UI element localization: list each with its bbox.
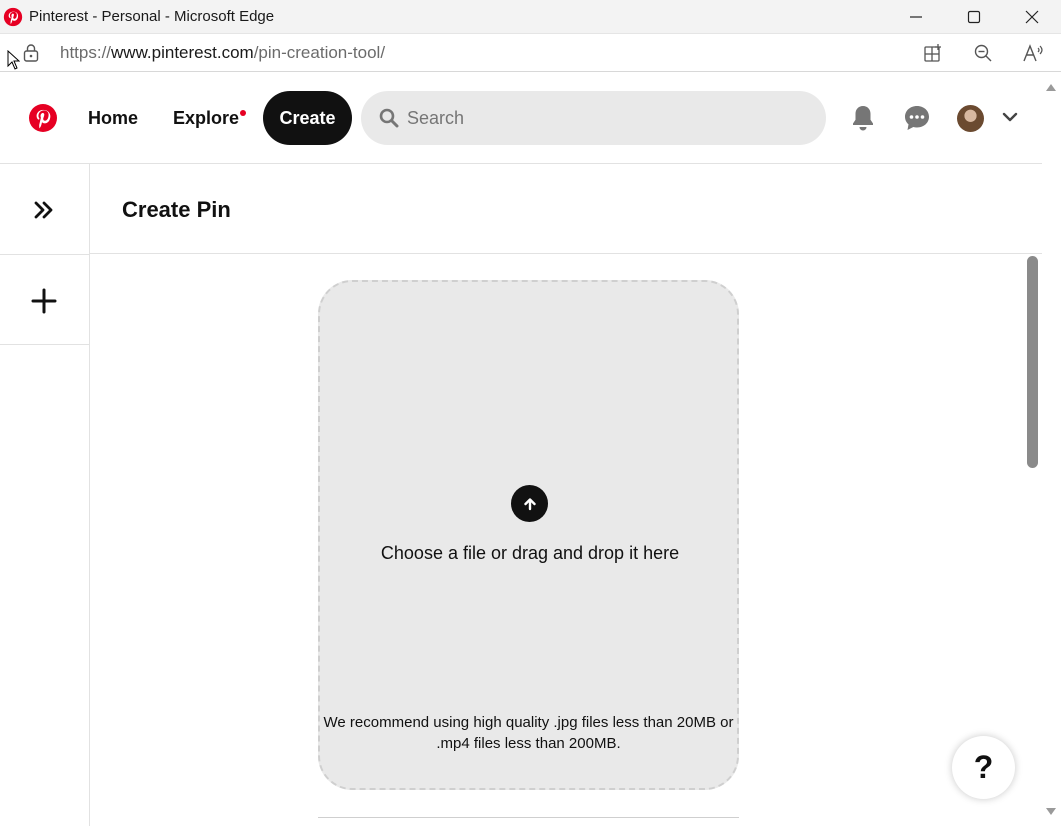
create-button[interactable]: Create xyxy=(263,91,352,145)
split-screen-icon xyxy=(924,44,941,62)
dropzone-recommendation: We recommend using high quality .jpg fil… xyxy=(323,714,734,752)
lock-icon[interactable] xyxy=(22,43,40,63)
address-bar-actions xyxy=(921,41,1045,65)
form-divider xyxy=(318,817,739,818)
window-controls xyxy=(887,0,1061,34)
maximize-button[interactable] xyxy=(945,0,1003,34)
read-aloud-icon xyxy=(1023,44,1043,62)
split-screen-button[interactable] xyxy=(921,41,945,65)
address-bar: https://www.pinterest.com/pin-creation-t… xyxy=(0,34,1061,72)
page-title: Create Pin xyxy=(122,197,231,222)
mouse-cursor-icon xyxy=(7,50,20,70)
search-input[interactable] xyxy=(407,107,787,129)
search-icon xyxy=(379,108,399,128)
help-button[interactable]: ? xyxy=(952,736,1015,799)
profile-avatar[interactable] xyxy=(957,105,984,132)
read-aloud-button[interactable] xyxy=(1021,41,1045,65)
close-icon xyxy=(1025,10,1039,24)
rail-divider xyxy=(0,254,90,255)
close-button[interactable] xyxy=(1003,0,1061,34)
chat-icon xyxy=(905,106,929,130)
pinterest-app-icon xyxy=(3,7,23,26)
pinterest-logo-icon[interactable] xyxy=(29,104,57,132)
url-host: www.pinterest.com xyxy=(111,43,254,62)
zoom-out-button[interactable] xyxy=(971,41,995,65)
chevron-down-icon[interactable] xyxy=(1001,108,1019,126)
dropzone-instruction: Choose a file or drag and drop it here xyxy=(380,543,680,563)
pinterest-header: Home Explore Create xyxy=(0,72,1042,164)
messages-button[interactable] xyxy=(903,104,931,132)
window-titlebar: Pinterest - Personal - Microsoft Edge xyxy=(0,0,1061,34)
upload-arrow-icon xyxy=(523,497,536,510)
explore-notification-dot xyxy=(240,110,246,116)
left-rail xyxy=(0,164,90,826)
nav-home-link[interactable]: Home xyxy=(88,108,138,129)
rail-divider xyxy=(0,344,90,345)
notifications-button[interactable] xyxy=(849,104,877,132)
scroll-up-arrow-icon[interactable] xyxy=(1045,82,1057,92)
url-path: /pin-creation-tool/ xyxy=(253,43,386,62)
minimize-button[interactable] xyxy=(887,0,945,34)
url-field[interactable]: https://www.pinterest.com/pin-creation-t… xyxy=(60,43,385,63)
expand-icon[interactable] xyxy=(30,197,58,223)
search-bar[interactable] xyxy=(361,91,826,145)
window-title: Pinterest - Personal - Microsoft Edge xyxy=(29,8,275,25)
zoom-out-icon xyxy=(974,44,992,62)
upload-button[interactable] xyxy=(511,485,548,522)
title-divider xyxy=(90,253,1042,254)
file-dropzone[interactable]: Choose a file or drag and drop it here W… xyxy=(318,280,739,790)
nav-explore-link[interactable]: Explore xyxy=(173,108,239,129)
content-scrollbar-thumb[interactable] xyxy=(1027,256,1038,468)
outer-scroll-down-arrow-icon[interactable] xyxy=(1045,807,1057,817)
bell-icon xyxy=(853,106,873,131)
url-prefix: https:// xyxy=(60,43,112,62)
minimize-icon xyxy=(910,16,922,18)
maximize-icon xyxy=(967,10,981,24)
plus-icon[interactable] xyxy=(30,287,58,315)
